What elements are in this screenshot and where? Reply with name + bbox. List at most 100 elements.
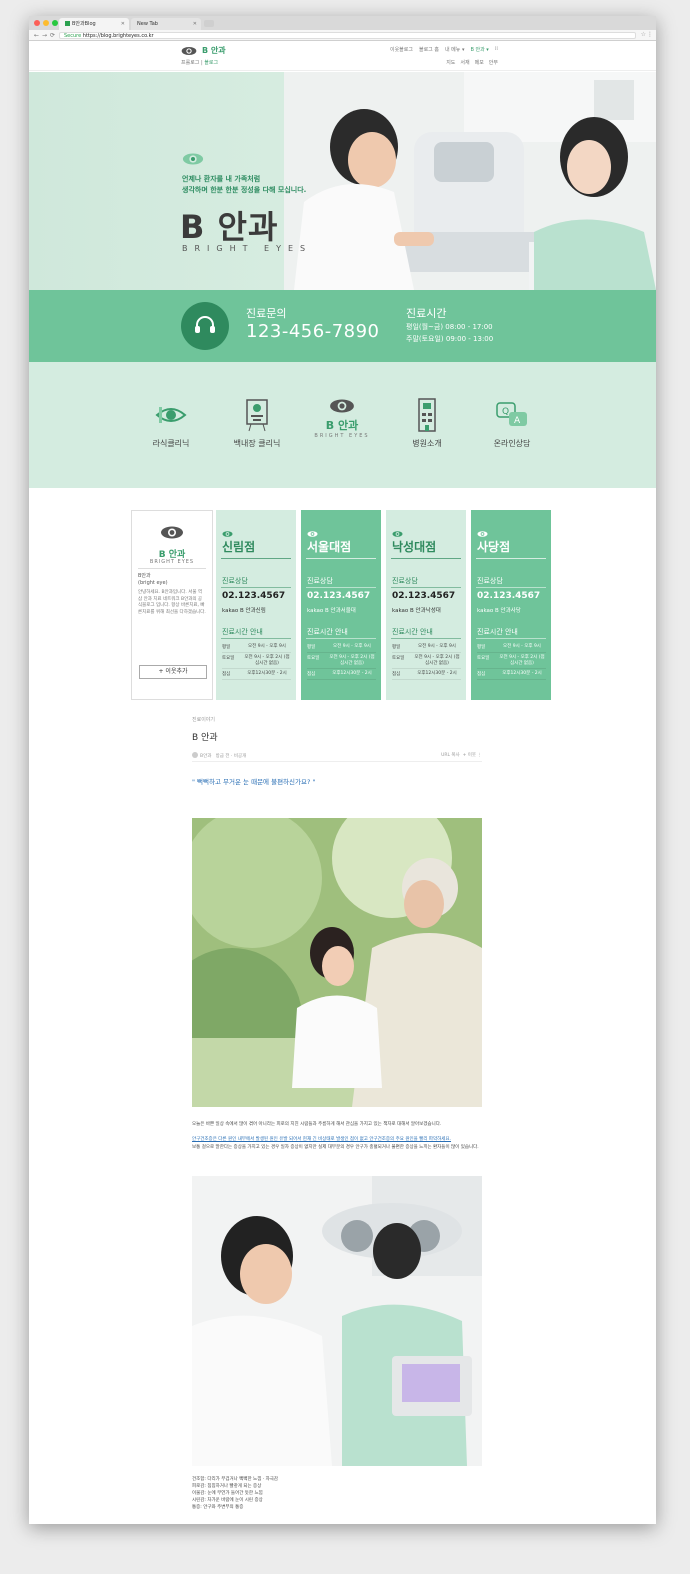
quick-lasik[interactable]: 라식클리닉: [131, 395, 211, 449]
weekend-hours: 주말(토요일) 09:00 - 13:00: [406, 335, 494, 343]
branch-phone[interactable]: 02.123.4567: [222, 591, 285, 601]
blog-logo[interactable]: B 안과: [181, 45, 226, 56]
hero-photo: [284, 72, 656, 290]
post-quote: " 뻑뻑하고 무거운 눈 때문에 불편하신가요? ": [192, 778, 316, 786]
quick-center-title: B 안과: [325, 419, 359, 432]
close-tab-icon[interactable]: ✕: [121, 18, 125, 30]
branch-card[interactable]: 사당점 진료상담 02.123.4567 kakao B 안과사당 진료시간 안내 평일 오…: [471, 510, 551, 700]
branch-card[interactable]: 서울대점 진료상담 02.123.4567 kakao B 안과서울대 진료시간 안내 평…: [301, 510, 381, 700]
hours-day: 토요일: [222, 656, 235, 661]
hero-tagline: 언제나 환자를 내 가족처럼 생각하며 한분 한분 정성을 다해 모십니다.: [182, 174, 306, 196]
branch-card[interactable]: 낙성대점 진료상담 02.123.4567 kakao B 안과낙성대 진료시간 안내 평…: [386, 510, 466, 700]
headset-icon: [181, 302, 229, 350]
divider: [306, 638, 376, 639]
branch-kakao[interactable]: kakao B 안과낙성대: [392, 606, 441, 614]
hours-day: 토요일: [477, 656, 490, 661]
browser-menu-icon[interactable]: ⋮: [647, 31, 653, 38]
hours-row: 평일 오전 9시 - 오후 9시: [392, 642, 461, 653]
close-tab-icon[interactable]: ✕: [193, 18, 197, 30]
post-author[interactable]: B안과: [200, 754, 211, 759]
weekday-hours: 평일(월~금) 08:00 - 17:00: [406, 323, 493, 331]
quick-cataract[interactable]: 백내장 클리닉: [217, 395, 297, 449]
nav-map[interactable]: 지도: [446, 59, 455, 66]
eye-logo-icon: [181, 46, 197, 55]
branch-phone[interactable]: 02.123.4567: [307, 591, 370, 601]
phone-number[interactable]: 123-456-7890: [246, 321, 380, 342]
contact-band: 진료문의 123-456-7890 진료시간 평일(월~금) 08:00 - 1…: [29, 290, 656, 362]
hours-row: 토요일 오전 9시 - 오후 2시 (점심시간 없음): [222, 653, 291, 669]
minimize-window-button[interactable]: [43, 20, 49, 26]
quick-label: 병원소개: [412, 439, 442, 448]
hours-time: 오후12시30분 - 2시: [502, 671, 542, 676]
post-link[interactable]: 안구건조증은 다른 원인 내부에서 발생된 원인 유발 되어서 현재 긴 비상태…: [192, 1137, 451, 1142]
quick-home[interactable]: B 안과 BRIGHT EYES: [302, 395, 382, 439]
nav-neighbor-blog[interactable]: 이웃블로그: [390, 46, 413, 53]
hours-row: 토요일 오전 9시 - 오후 2시 (점심시간 없음): [392, 653, 461, 669]
apps-grid-icon[interactable]: ⁞⁞: [495, 46, 498, 53]
nav-buttons[interactable]: ←→⟳: [34, 32, 58, 39]
nav-my-menu[interactable]: 내 메뉴 ▾: [445, 46, 465, 53]
branch-card[interactable]: 신림점 진료상담 02.123.4567 kakao B 안과신림 진료시간 안내 평일 오…: [216, 510, 296, 700]
tagline-line-2: 생각하며 한분 한분 정성을 다해 모십니다.: [182, 186, 307, 194]
consult-label: 진료상담: [392, 577, 418, 585]
hours-day: 점심: [222, 672, 231, 677]
nav-guestbook[interactable]: 안부: [489, 59, 498, 66]
tab-prologue[interactable]: 프롤로그: [181, 60, 199, 66]
branch-kakao[interactable]: kakao B 안과신림: [222, 606, 266, 614]
nav-blog-owner[interactable]: B 안과 ▾: [470, 46, 488, 53]
quick-label: 백내장 클리닉: [233, 439, 281, 448]
post-link-paragraph: 안구건조증은 다른 원인 내부에서 발생된 원인 유발 되어서 현재 긴 비상태…: [192, 1136, 482, 1143]
hours-row: 토요일 오전 9시 - 오후 2시 (점심시간 없음): [477, 653, 546, 669]
profile-id-handle: (bright eye): [138, 580, 168, 586]
hero-title: B 안과: [180, 208, 279, 246]
branch-kakao[interactable]: kakao B 안과서울대: [307, 606, 356, 614]
consult-label: 진료상담: [477, 577, 503, 585]
hours-day: 토요일: [392, 656, 405, 661]
hours-time: 오전 9시 - 오후 9시: [503, 644, 541, 649]
divider: [391, 587, 461, 588]
browser-tab-new[interactable]: New Tab ✕: [131, 18, 201, 30]
svg-text:A: A: [514, 416, 521, 426]
top-navigation: 이웃블로그 블로그 홈 내 메뉴 ▾ B 안과 ▾ ⁞⁞: [390, 46, 498, 53]
hours-table: 평일 오전 9시 - 오후 9시 토요일 오전 9시 - 오후 2시 (점심시간 없음…: [392, 642, 461, 680]
hours-time: 오전 9시 - 오후 2시 (점심시간 없음): [499, 655, 545, 666]
add-neighbor-button[interactable]: + 이웃추가: [139, 665, 207, 679]
browser-tab-blog[interactable]: B안과Blog ✕: [59, 18, 129, 30]
window-controls: [34, 20, 58, 26]
post-image-eye-exam: [192, 1176, 482, 1466]
branch-phone[interactable]: 02.123.4567: [392, 591, 455, 601]
new-tab-button[interactable]: [204, 20, 214, 27]
blog-header: B 안과 프롤로그 | 블로그 이웃블로그 블로그 홈 내 메뉴 ▾ B 안과 …: [29, 41, 656, 71]
blog-post: 진료이야기 B 안과 B안과 방금 전 · 비공개 URL 복사 + 이웃 ⋮ …: [192, 716, 482, 786]
eye-icon: [477, 531, 488, 537]
neighbor-button[interactable]: + 이웃: [463, 753, 476, 758]
profile-description: 안녕하세요. B안과입니다. 서울 역삼 안과 치료 네트워크 B안과의 공식블…: [138, 590, 206, 615]
consult-label: 진료상담: [307, 577, 333, 585]
branch-phone[interactable]: 02.123.4567: [477, 591, 540, 601]
quick-about[interactable]: 병원소개: [387, 395, 467, 449]
hours-day: 점심: [307, 672, 316, 677]
url-copy-button[interactable]: URL 복사: [441, 753, 460, 758]
hours-row: 평일 오전 9시 - 오후 9시: [477, 642, 546, 653]
branch-name: 신림점: [222, 540, 256, 554]
nav-memo[interactable]: 메모: [475, 59, 484, 66]
close-window-button[interactable]: [34, 20, 40, 26]
profile-divider: [138, 568, 206, 569]
caption-line: 피로감: 침침하거나 빨갛게 되는 증상: [192, 1484, 262, 1489]
quick-label: 라식클리닉: [152, 439, 190, 448]
qa-chat-icon: QA: [496, 402, 527, 426]
nav-library[interactable]: 서재: [460, 59, 469, 66]
hours-time: 오후12시30분 - 2시: [332, 671, 372, 676]
tab-blog[interactable]: 블로그: [204, 60, 218, 66]
nav-blog-home[interactable]: 블로그 홈: [419, 46, 439, 53]
maximize-window-button[interactable]: [52, 20, 58, 26]
branch-kakao[interactable]: kakao B 안과사당: [477, 606, 521, 614]
bookmark-star-icon[interactable]: ☆: [641, 31, 646, 38]
post-category[interactable]: 진료이야기: [192, 716, 482, 723]
quick-consult[interactable]: QA 온라인상담: [472, 395, 552, 449]
tab-title: B안과Blog: [72, 21, 96, 27]
url-input[interactable]: Secure https://blog.brighteyes.co.kr: [59, 32, 636, 39]
divider: [221, 587, 291, 588]
url-text: https://blog.brighteyes.co.kr: [82, 33, 154, 39]
tab-title: New Tab: [137, 21, 158, 27]
